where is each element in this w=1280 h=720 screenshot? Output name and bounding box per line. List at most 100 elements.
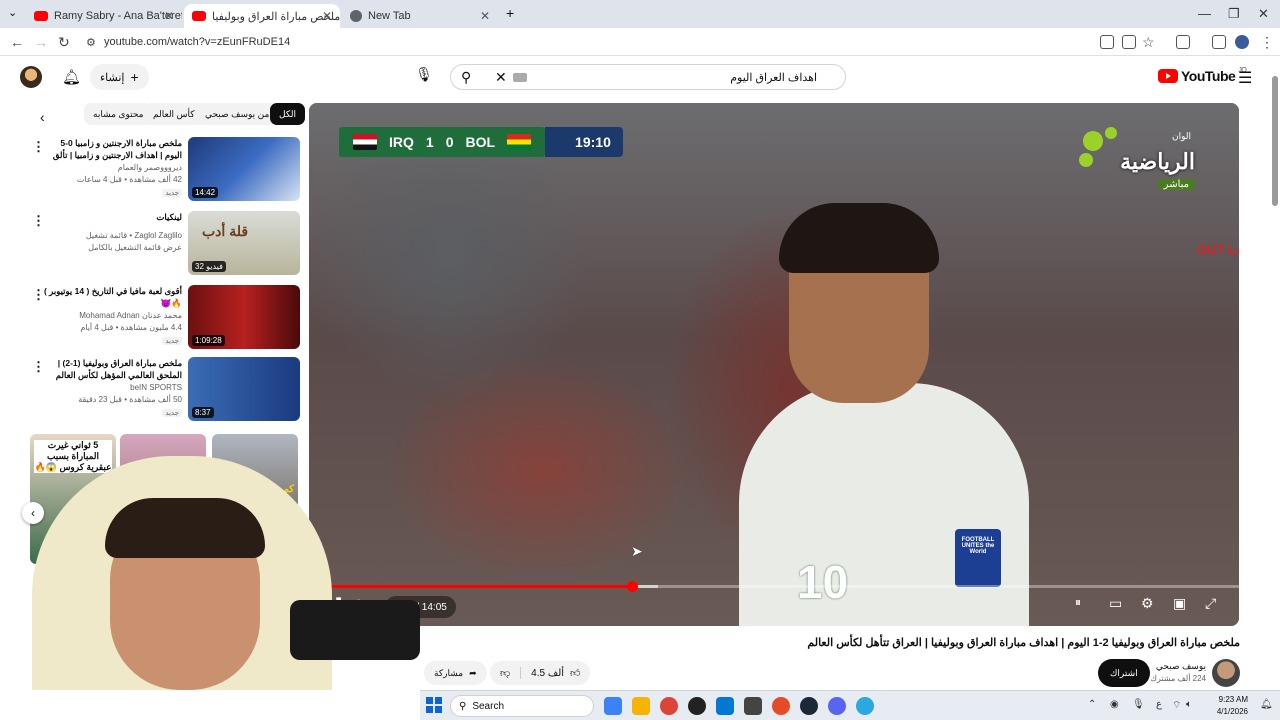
search-box[interactable]: ⚲ ✕ اهداف العراق اليوم [450,64,846,90]
keyboard-icon[interactable] [513,73,527,82]
chip-world-cup[interactable]: كأس العالم [144,103,204,125]
close-tab-icon[interactable]: ✕ [322,9,332,23]
page-scrollbar[interactable] [1270,60,1280,690]
reload-icon[interactable]: ↻ [58,34,70,51]
translate-icon[interactable] [1100,35,1114,49]
view-playlist-link[interactable]: عرض قائمة التشغيل بالكامل [88,243,182,252]
channel-name[interactable]: محمد عدنان Mohamad Adnan [79,311,182,320]
account-avatar[interactable] [20,66,42,88]
search-icon[interactable]: ⚲ [461,69,471,86]
profile-avatar-icon[interactable] [1235,35,1249,49]
language-indicator[interactable]: ع [1156,699,1162,710]
file-explorer-icon[interactable] [632,697,650,715]
video-title[interactable]: ملخص مباراة الارجنتين و زامبيا 0-5 اليوم… [42,137,182,163]
progress-bar[interactable] [309,581,1239,592]
tab-2-active[interactable]: ملخص مباراة العراق وبوليفيا ✕ [184,4,340,28]
video-thumbnail[interactable]: 14:42 [188,137,300,201]
forward-icon[interactable]: → [34,34,48,50]
video-thumbnail[interactable]: 1:09:28 [188,285,300,349]
site-info-icon[interactable]: ⚙ [86,36,96,49]
speaker-icon[interactable]: 🔈︎ [1186,699,1192,710]
subtitles-icon[interactable]: ▭ [1109,595,1122,612]
clock-time: 9:23 AM [1218,695,1248,704]
fullscreen-icon[interactable]: ⤢ [1205,595,1216,612]
list-item[interactable]: قلة أدب 32 فيديو ⋮ لينكيات Zaglol Zaglil… [30,211,300,277]
clear-search-icon[interactable]: ✕ [495,69,507,86]
tray-app-icon[interactable]: ◉ [1110,699,1119,710]
close-tab-icon[interactable]: ✕ [164,9,174,23]
bookmark-star-icon[interactable]: ☆ [1142,34,1155,51]
settings-gear-icon[interactable]: ⚙ [1141,595,1154,612]
iraq-flag-icon [353,134,377,150]
video-frame-jersey [739,383,1029,626]
windows-start-icon[interactable] [426,697,442,713]
extensions-icon[interactable] [1176,35,1190,49]
theater-mode-icon[interactable]: ▣ [1173,595,1186,612]
cast-icon[interactable] [1122,35,1136,49]
mouse-cursor-icon: ➤ [631,543,643,559]
voice-search-icon[interactable]: 🎙︎ [414,66,434,86]
chips-scroll-left-icon[interactable]: ‹ [40,109,45,125]
discord-icon[interactable] [828,697,846,715]
app-icon[interactable] [688,697,706,715]
channel-name[interactable]: يوسف صبحي [1140,661,1206,672]
network-icon[interactable]: ⌔ [1172,699,1181,712]
close-window-icon[interactable]: ✕ [1258,6,1269,22]
browser-menu-icon[interactable]: ⋮ [1260,34,1274,51]
app-icon[interactable] [744,697,762,715]
app-icon[interactable] [856,697,874,715]
like-button[interactable]: 4.5 ألف 👍︎ [520,667,590,679]
list-item[interactable]: 14:42 ⋮ ملخص مباراة الارجنتين و زامبيا 0… [30,137,300,203]
duration-badge: 14:42 [192,187,219,198]
create-button[interactable]: إنشاء + [90,64,149,90]
tab-search-icon[interactable]: ⌄ [8,6,17,19]
progress-scrubber[interactable] [626,581,638,592]
autoplay-toggle-icon[interactable]: ⏸ [1075,595,1081,610]
list-item[interactable]: 8:37 ⋮ ملخص مباراة العراق وبوليفيا (1-2)… [30,357,300,423]
clock-date: 4/1/2026 [1216,707,1248,716]
chip-all[interactable]: الكل [270,103,306,125]
taskbar-clock[interactable]: 9:23 AM 4/1/2026 [1200,694,1248,718]
share-button[interactable]: ➦ مشاركة [424,661,487,685]
chip-from-channel[interactable]: من يوسف صبحي [196,103,279,125]
subscribe-button[interactable]: اشتراك [1098,659,1150,687]
search-input[interactable]: اهداف العراق اليوم [730,71,817,84]
channel-name[interactable]: Zaglol Zaglilo • قائمة تشغيل [86,231,182,240]
dislike-button[interactable]: 👎︎ [490,667,520,679]
video-thumbnail[interactable]: 8:37 [188,357,300,421]
tab-1[interactable]: Ramy Sabry - Ana Ba'tereflek ( ✕ [26,4,182,28]
tab-3[interactable]: New Tab ✕ [342,4,498,28]
media-control-icon[interactable] [1212,35,1226,49]
playlist-title[interactable]: لينكيات [42,211,182,223]
video-title[interactable]: أقوى لعبة مافيا في التاريخ ( 14 يوتيوبر … [42,285,182,309]
url-field[interactable]: youtube.com/watch?v=zEunFRuDE14 [104,36,290,48]
video-player[interactable]: 10 FOOTBALL UNITES the World IRQ 1 0 BOL… [309,103,1239,626]
playlist-thumbnail[interactable]: قلة أدب 32 فيديو [188,211,300,275]
webcam-hair [105,498,265,558]
channel-name[interactable]: ديروووصمر والعمام [118,163,182,172]
list-item[interactable]: 1:09:28 ⋮ أقوى لعبة مافيا في التاريخ ( 1… [30,285,300,351]
channel-avatar[interactable] [1212,659,1240,687]
maximize-icon[interactable]: ❐ [1228,6,1240,22]
tray-overflow-icon[interactable]: ⌃ [1088,699,1096,710]
notifications-icon[interactable]: 🔔︎ [1260,699,1273,710]
app-icon[interactable] [716,697,734,715]
minimize-icon[interactable]: — [1198,6,1211,21]
task-view-icon[interactable] [604,697,622,715]
back-icon[interactable]: ← [10,34,24,50]
channel-name[interactable]: beIN SPORTS [130,383,182,392]
video-title[interactable]: ملخص مباراة العراق وبوليفيا (1-2) | المل… [42,357,182,383]
video-meta: 42 ألف مشاهدة • قبل 4 ساعات [76,175,182,184]
scrollbar-thumb[interactable] [1272,76,1278,206]
taskbar-search[interactable]: ⚲ Search [450,695,594,717]
close-tab-icon[interactable]: ✕ [480,9,490,23]
microphone-tray-icon[interactable]: 🎙︎ [1132,699,1145,710]
chrome-icon[interactable] [660,697,678,715]
steam-icon[interactable] [800,697,818,715]
chip-similar[interactable]: محتوى مشابه [84,103,153,125]
youtube-logo[interactable]: YouTube JO [1158,67,1247,84]
notifications-bell-icon[interactable]: 🔔︎ [62,68,81,86]
hamburger-menu-icon[interactable]: ☰ [1238,68,1252,88]
new-tab-button[interactable]: + [506,5,514,21]
app-icon[interactable] [772,697,790,715]
